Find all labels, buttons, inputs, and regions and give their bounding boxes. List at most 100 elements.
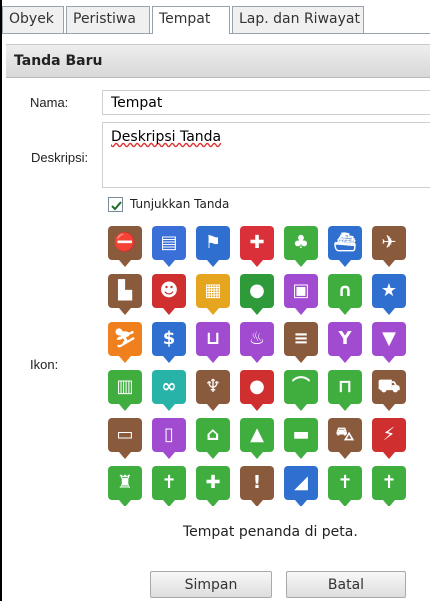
- bomb-icon[interactable]: ●: [240, 370, 274, 411]
- beer-icon[interactable]: ⊔: [196, 322, 230, 363]
- signpost-icon[interactable]: ⚑: [196, 226, 230, 267]
- campfire-icon[interactable]: ▲: [240, 418, 274, 459]
- tab-tempat[interactable]: Tempat: [152, 6, 230, 34]
- bridge-icon[interactable]: ≡: [284, 322, 318, 363]
- bomb-icon-glyph: ●: [249, 376, 265, 397]
- barbecue-icon-glyph: ♨: [248, 328, 266, 349]
- bus-stop-icon-glyph: ▯: [164, 424, 174, 445]
- binoculars-icon[interactable]: ∞: [152, 370, 186, 411]
- airplane-icon-glyph: ✈: [381, 232, 397, 253]
- cabin-icon-glyph: ⌂: [206, 424, 220, 445]
- bridge-arch-icon-glyph: ⌒: [292, 376, 310, 397]
- tree-icon[interactable]: ♣: [284, 226, 318, 267]
- description-label: Deskripsi:: [31, 150, 89, 165]
- panel-header: Tanda Baru: [6, 44, 430, 78]
- bulldozer-icon[interactable]: ⛟: [372, 370, 406, 411]
- car-icon-glyph: ⛍: [335, 424, 355, 445]
- first-aid-icon[interactable]: ✚: [240, 226, 274, 267]
- cemetery-icon-glyph: ✚: [205, 472, 221, 493]
- cathedral-icon-glyph: ✝: [161, 472, 177, 493]
- panel-title: Tanda Baru: [14, 53, 103, 69]
- airplane-icon[interactable]: ✈: [372, 226, 406, 267]
- name-input[interactable]: [102, 90, 430, 115]
- check-icon: [111, 201, 122, 211]
- bar-icon[interactable]: Y: [328, 322, 362, 363]
- status-text: Tempat penanda di peta.: [183, 524, 358, 540]
- cabin-icon[interactable]: ⌂: [196, 418, 230, 459]
- camper-icon-glyph: ▬: [292, 424, 310, 445]
- bridge-icon-glyph: ≡: [293, 328, 309, 349]
- show-marker-checkbox[interactable]: [108, 197, 123, 212]
- city-icon[interactable]: ▥: [108, 370, 142, 411]
- beer-icon-glyph: ⊔: [205, 328, 221, 349]
- trophy-icon[interactable]: ♆: [196, 370, 230, 411]
- tab-obyek[interactable]: Obyek: [2, 6, 64, 33]
- aqueduct-icon[interactable]: ⊓: [328, 370, 362, 411]
- binoculars-icon-glyph: ∞: [161, 376, 177, 397]
- picture-icon-glyph: ▣: [292, 280, 310, 301]
- aqueduct-icon-glyph: ⊓: [337, 376, 353, 397]
- military-icon[interactable]: ★: [372, 274, 406, 315]
- church-2-icon-glyph: ✝: [381, 472, 397, 493]
- bulldozer-icon-glyph: ⛟: [377, 376, 401, 397]
- alien-icon-glyph: ☻: [159, 280, 179, 301]
- tree-icon-glyph: ♣: [292, 232, 310, 253]
- no-entry-icon-glyph: ⛔: [113, 232, 137, 253]
- church-icon-glyph: ✝: [337, 472, 353, 493]
- show-marker-label: Tunjukkan Tanda: [130, 197, 230, 211]
- trophy-icon-glyph: ♆: [204, 376, 222, 397]
- factory-icon[interactable]: ▙: [108, 274, 142, 315]
- tab-peristiwa[interactable]: Peristiwa: [66, 6, 150, 33]
- bus-stop-icon[interactable]: ▯: [152, 418, 186, 459]
- barbecue-icon[interactable]: ♨: [240, 322, 274, 363]
- bus-icon-glyph: ▭: [116, 424, 134, 445]
- description-text: Deskripsi Tanda: [111, 129, 222, 145]
- cathedral-icon[interactable]: ✝: [152, 466, 186, 506]
- cemetery-icon[interactable]: ✚: [196, 466, 230, 506]
- building-icon-glyph: ▦: [204, 280, 222, 301]
- document-icon[interactable]: ▤: [152, 226, 186, 267]
- tab-lap-dan-riwayat[interactable]: Lap. dan Riwayat: [232, 6, 364, 33]
- ship-icon-glyph: ⛴: [333, 232, 357, 253]
- apple-icon-glyph: ●: [249, 280, 265, 301]
- document-icon-glyph: ▤: [160, 232, 178, 253]
- car-crash-icon[interactable]: ⚡: [372, 418, 406, 459]
- chart-up-icon-glyph: ◢: [294, 472, 308, 493]
- factory-icon-glyph: ▙: [118, 280, 132, 301]
- chart-up-icon[interactable]: ◢: [284, 466, 318, 506]
- save-button[interactable]: Simpan: [150, 571, 272, 598]
- money-bag-icon-glyph: $: [162, 328, 176, 349]
- cancel-button[interactable]: Batal: [286, 571, 406, 598]
- apple-icon[interactable]: ●: [240, 274, 274, 315]
- skiing-icon-glyph: ⛷: [113, 328, 137, 349]
- castle-icon[interactable]: ♜: [108, 466, 142, 506]
- bus-icon[interactable]: ▭: [108, 418, 142, 459]
- picture-icon[interactable]: ▣: [284, 274, 318, 315]
- name-label: Nama:: [30, 95, 69, 110]
- caution-icon[interactable]: !: [240, 466, 274, 506]
- money-bag-icon[interactable]: $: [152, 322, 186, 363]
- blender-icon[interactable]: ▼: [372, 322, 406, 363]
- arch-icon[interactable]: ∩: [328, 274, 362, 315]
- ship-icon[interactable]: ⛴: [328, 226, 362, 267]
- camper-icon[interactable]: ▬: [284, 418, 318, 459]
- first-aid-icon-glyph: ✚: [249, 232, 265, 253]
- bar-icon-glyph: Y: [338, 328, 352, 349]
- car-crash-icon-glyph: ⚡: [382, 424, 396, 445]
- blender-icon-glyph: ▼: [382, 328, 396, 349]
- car-icon[interactable]: ⛍: [328, 418, 362, 459]
- arch-icon-glyph: ∩: [337, 280, 353, 301]
- description-textarea[interactable]: Deskripsi Tanda: [102, 122, 430, 188]
- skiing-icon[interactable]: ⛷: [108, 322, 142, 363]
- tab-bar: Obyek Peristiwa Tempat Lap. dan Riwayat: [2, 0, 430, 34]
- alien-icon[interactable]: ☻: [152, 274, 186, 315]
- castle-icon-glyph: ♜: [116, 472, 134, 493]
- no-entry-icon[interactable]: ⛔: [108, 226, 142, 267]
- church-2-icon[interactable]: ✝: [372, 466, 406, 506]
- bridge-arch-icon[interactable]: ⌒: [284, 370, 318, 411]
- caution-icon-glyph: !: [252, 472, 262, 493]
- military-icon-glyph: ★: [380, 280, 398, 301]
- building-icon[interactable]: ▦: [196, 274, 230, 315]
- church-icon[interactable]: ✝: [328, 466, 362, 506]
- campfire-icon-glyph: ▲: [250, 424, 264, 445]
